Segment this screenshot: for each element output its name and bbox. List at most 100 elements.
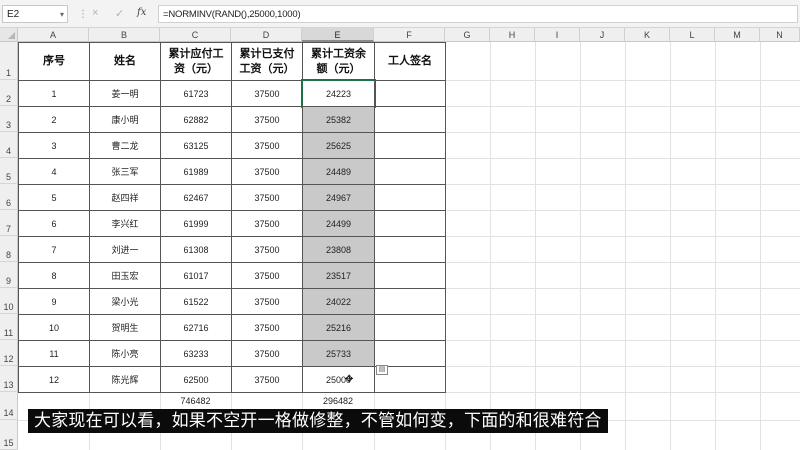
row-header-6[interactable]: 6 — [0, 184, 18, 210]
table-cell[interactable]: 5 — [18, 184, 90, 211]
column-header-h[interactable]: H — [490, 28, 535, 42]
select-all-button[interactable] — [0, 28, 18, 42]
table-cell[interactable]: 25733 — [302, 340, 375, 367]
table-cell[interactable]: 25625 — [302, 132, 375, 159]
table-cell[interactable] — [374, 158, 446, 185]
table-cell[interactable]: 曹二龙 — [89, 132, 161, 159]
column-header-g[interactable]: G — [445, 28, 490, 42]
table-cell[interactable]: 62500 — [160, 366, 232, 393]
table-cell[interactable]: 11 — [18, 340, 90, 367]
header-cell-paid[interactable]: 累计已支付工资（元） — [231, 42, 303, 81]
column-header-f[interactable]: F — [374, 28, 445, 42]
table-cell[interactable]: 1 — [18, 80, 90, 107]
column-header-a[interactable]: A — [18, 28, 89, 42]
column-header-b[interactable]: B — [89, 28, 160, 42]
cancel-icon[interactable]: × — [92, 7, 98, 19]
header-cell-balance[interactable]: 累计工资余额（元） — [302, 42, 375, 81]
table-cell[interactable]: 61522 — [160, 288, 232, 315]
table-cell[interactable]: 61723 — [160, 80, 232, 107]
row-header-12[interactable]: 12 — [0, 340, 18, 366]
column-header-n[interactable]: N — [760, 28, 800, 42]
paste-options-icon[interactable]: ▤ — [376, 365, 388, 375]
name-box[interactable]: E2 ▾ — [2, 5, 68, 23]
header-cell-index[interactable]: 序号 — [18, 42, 90, 81]
table-cell[interactable]: 3 — [18, 132, 90, 159]
table-cell[interactable]: 10 — [18, 314, 90, 341]
table-cell[interactable]: 陈小亮 — [89, 340, 161, 367]
table-cell[interactable]: 陈光辉 — [89, 366, 161, 393]
table-cell[interactable]: 张三军 — [89, 158, 161, 185]
column-header-m[interactable]: M — [715, 28, 760, 42]
table-cell[interactable]: 8 — [18, 262, 90, 289]
table-cell[interactable]: 63125 — [160, 132, 232, 159]
table-cell[interactable] — [374, 210, 446, 237]
table-cell[interactable]: 62882 — [160, 106, 232, 133]
table-cell[interactable]: 23517 — [302, 262, 375, 289]
column-header-c[interactable]: C — [160, 28, 231, 42]
row-header-1[interactable]: 1 — [0, 42, 18, 80]
table-cell[interactable]: 25382 — [302, 106, 375, 133]
table-cell[interactable] — [374, 132, 446, 159]
table-cell[interactable]: 24022 — [302, 288, 375, 315]
column-header-e[interactable]: E — [302, 28, 374, 42]
table-cell[interactable]: 12 — [18, 366, 90, 393]
table-cell[interactable]: 24499 — [302, 210, 375, 237]
table-cell[interactable] — [374, 262, 446, 289]
row-header-10[interactable]: 10 — [0, 288, 18, 314]
column-header-i[interactable]: I — [535, 28, 580, 42]
insert-function-icon[interactable]: fx — [137, 7, 146, 18]
row-header-14[interactable]: 14 — [0, 392, 18, 420]
table-cell[interactable] — [374, 106, 446, 133]
table-cell[interactable]: 62716 — [160, 314, 232, 341]
total-balance[interactable]: 296482 — [302, 392, 374, 410]
row-header-7[interactable]: 7 — [0, 210, 18, 236]
column-header-l[interactable]: L — [670, 28, 715, 42]
table-cell[interactable]: 37500 — [231, 184, 303, 211]
column-header-j[interactable]: J — [580, 28, 625, 42]
table-cell[interactable]: 23808 — [302, 236, 375, 263]
table-cell[interactable]: 37500 — [231, 314, 303, 341]
header-cell-signature[interactable]: 工人签名 — [374, 42, 446, 81]
table-cell[interactable]: 田玉宏 — [89, 262, 161, 289]
table-cell[interactable]: 李兴红 — [89, 210, 161, 237]
table-cell[interactable]: 2 — [18, 106, 90, 133]
table-cell[interactable]: 37500 — [231, 288, 303, 315]
row-header-9[interactable]: 9 — [0, 262, 18, 288]
table-cell[interactable]: 37500 — [231, 366, 303, 393]
table-cell[interactable]: 61308 — [160, 236, 232, 263]
enter-icon[interactable]: ✓ — [115, 7, 124, 20]
table-cell[interactable]: 37500 — [231, 80, 303, 107]
total-payable[interactable]: 746482 — [160, 392, 231, 410]
row-header-13[interactable]: 13 — [0, 366, 18, 392]
formula-input[interactable]: =NORMINV(RAND(),25000,1000) — [158, 5, 798, 23]
table-cell[interactable]: 4 — [18, 158, 90, 185]
table-cell[interactable]: 62467 — [160, 184, 232, 211]
table-cell[interactable]: 37500 — [231, 106, 303, 133]
column-header-d[interactable]: D — [231, 28, 302, 42]
table-cell[interactable]: 6 — [18, 210, 90, 237]
table-cell[interactable]: 梁小光 — [89, 288, 161, 315]
table-cell[interactable]: 37500 — [231, 132, 303, 159]
table-cell[interactable] — [374, 314, 446, 341]
table-cell[interactable]: 37500 — [231, 262, 303, 289]
table-cell[interactable] — [374, 236, 446, 263]
row-header-2[interactable]: 2 — [0, 80, 18, 106]
table-cell[interactable]: 贺明生 — [89, 314, 161, 341]
table-cell[interactable]: 25216 — [302, 314, 375, 341]
table-cell[interactable]: 37500 — [231, 236, 303, 263]
table-cell[interactable]: 61017 — [160, 262, 232, 289]
table-cell[interactable]: 刘进一 — [89, 236, 161, 263]
row-header-4[interactable]: 4 — [0, 132, 18, 158]
table-cell[interactable]: 姜一明 — [89, 80, 161, 107]
table-cell[interactable]: 61999 — [160, 210, 232, 237]
table-cell[interactable]: 37500 — [231, 210, 303, 237]
row-header-8[interactable]: 8 — [0, 236, 18, 262]
row-header-5[interactable]: 5 — [0, 158, 18, 184]
table-cell[interactable]: 24967 — [302, 184, 375, 211]
column-header-k[interactable]: K — [625, 28, 670, 42]
table-cell[interactable]: 37500 — [231, 158, 303, 185]
table-cell[interactable]: 7 — [18, 236, 90, 263]
header-cell-name[interactable]: 姓名 — [89, 42, 161, 81]
table-cell[interactable]: 37500 — [231, 340, 303, 367]
table-cell-selected[interactable]: 24223 — [301, 79, 376, 108]
